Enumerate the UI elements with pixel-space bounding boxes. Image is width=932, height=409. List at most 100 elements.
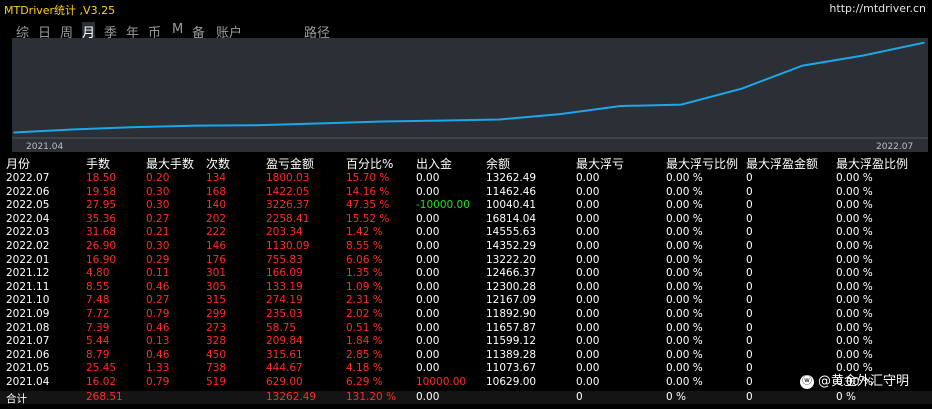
balance-chart bbox=[12, 38, 928, 152]
cell-col-2: 0.11 bbox=[146, 267, 170, 280]
cell-col-4: 58.75 bbox=[266, 321, 297, 334]
cell-col-0: 2021.11 bbox=[6, 280, 50, 293]
cell-col-5: 1.09 % bbox=[346, 280, 383, 293]
cell-col-7: 12300.28 bbox=[486, 280, 537, 293]
cell-col-6: 0.00 bbox=[416, 240, 440, 252]
cell-col-5: 8.55 % bbox=[346, 240, 383, 252]
cell-col-8: 0.00 bbox=[576, 362, 600, 375]
cell-col-6: 0.00 bbox=[416, 308, 440, 320]
cell-col-1: 25.45 bbox=[86, 362, 117, 375]
cell-col-9: 0.00 % bbox=[666, 376, 703, 388]
table-row[interactable]: 2021.11 8.55 0.46 305 133.19 1.09 % 0.00 12300.… bbox=[0, 281, 932, 295]
header-5: 百分比% bbox=[346, 157, 394, 171]
cell-col-9: 0.00 % bbox=[666, 335, 703, 348]
cell-col-0: 2021.12 bbox=[6, 267, 50, 280]
app-url-link[interactable]: http://mtdriver.cn bbox=[829, 2, 926, 15]
cell-col-11: 0.00 % bbox=[836, 240, 873, 252]
cell-col-1: 8.79 bbox=[86, 348, 110, 361]
table-row[interactable]: 2021.04 16.02 0.79 519 629.00 6.29 % 10000.00 1… bbox=[0, 376, 932, 390]
table-row[interactable]: 2021.05 25.45 1.33 738 444.67 4.18 % 0.00 11073… bbox=[0, 362, 932, 376]
header-6: 出入金 bbox=[416, 157, 453, 171]
cell-col-0: 2022.01 bbox=[6, 253, 50, 266]
cell-col-2: 0.46 bbox=[146, 280, 170, 293]
table-row[interactable]: 2021.12 4.80 0.11 301 166.09 1.35 % 0.00 12466.… bbox=[0, 267, 932, 281]
cell-col-1: 35.36 bbox=[86, 212, 117, 225]
cell-col-8: 0.00 bbox=[576, 226, 600, 239]
tab-7[interactable]: M bbox=[172, 22, 183, 37]
cell-col-1: 31.68 bbox=[86, 226, 117, 239]
cell-col-10: 0 bbox=[746, 321, 753, 334]
table-row[interactable]: 2022.07 18.50 0.20 134 1800.03 15.70 % 0.00 132… bbox=[0, 172, 932, 186]
cell-col-0: 2021.08 bbox=[6, 321, 50, 334]
cell-col-2: 0.30 bbox=[146, 199, 170, 212]
cell-col-0: 2022.05 bbox=[6, 199, 50, 212]
header-2: 最大手数 bbox=[146, 157, 195, 171]
cell-col-2: 0.27 bbox=[146, 212, 170, 225]
cell-col-3: 146 bbox=[206, 240, 227, 252]
cell-col-5: 2.85 % bbox=[346, 348, 383, 361]
cell-col-7: 12466.37 bbox=[486, 267, 537, 280]
cell-col-11: 0.00 % bbox=[836, 185, 873, 198]
cell-col-9: 0.00 % bbox=[666, 172, 703, 184]
balance-point-2022.06 bbox=[862, 54, 865, 57]
cell-col-9: 0.00 % bbox=[666, 280, 703, 293]
cell-col-3: 519 bbox=[206, 376, 227, 388]
cell-col-5: 1.35 % bbox=[346, 267, 383, 280]
cell-col-9: 0.00 % bbox=[666, 253, 703, 266]
app-title: MTDriver统计 ,V3.25 bbox=[4, 4, 116, 17]
cell-col-3: 134 bbox=[206, 172, 227, 184]
cell-col-3: 450 bbox=[206, 348, 227, 361]
table-row[interactable]: 2021.08 7.39 0.46 273 58.75 0.51 % 0.00 11657.8… bbox=[0, 322, 932, 336]
cell-col-3: 140 bbox=[206, 199, 227, 212]
cell-col-4: 133.19 bbox=[266, 280, 303, 293]
weibo-icon: ⓦ bbox=[800, 374, 814, 389]
cell-col-0: 2021.04 bbox=[6, 376, 50, 388]
total-col-6: 0.00 bbox=[416, 390, 440, 403]
cell-col-1: 7.48 bbox=[86, 294, 110, 307]
cell-col-1: 8.55 bbox=[86, 280, 110, 293]
cell-col-10: 0 bbox=[746, 199, 753, 212]
period-tab-bar: 综日周月季年币 M 备账户 路径 bbox=[0, 18, 932, 41]
cell-col-0: 2022.04 bbox=[6, 212, 50, 225]
cell-col-10: 0 bbox=[746, 226, 753, 239]
table-row[interactable]: 2021.09 7.72 0.79 299 235.03 2.02 % 0.00 11892.… bbox=[0, 308, 932, 322]
cell-col-9: 0.00 % bbox=[666, 212, 703, 225]
cell-col-8: 0.00 bbox=[576, 240, 600, 252]
cell-col-6: 10000.00 bbox=[416, 376, 467, 388]
cell-col-5: 2.31 % bbox=[346, 294, 383, 307]
cell-col-5: 14.16 % bbox=[346, 185, 390, 198]
cell-col-4: 274.19 bbox=[266, 294, 303, 307]
cell-col-3: 738 bbox=[206, 362, 227, 375]
table-row[interactable]: 2022.01 16.90 0.29 176 755.83 6.06 % 0.00 13222… bbox=[0, 254, 932, 268]
cell-col-8: 0.00 bbox=[576, 172, 600, 184]
cell-col-10: 0 bbox=[746, 267, 753, 280]
table-row[interactable]: 2022.02 26.90 0.30 146 1130.09 8.55 % 0.00 1435… bbox=[0, 240, 932, 254]
balance-point-2022.03 bbox=[680, 103, 683, 106]
cell-col-7: 11073.67 bbox=[486, 362, 537, 375]
balance-point-2021.09 bbox=[316, 122, 319, 125]
cell-col-11: 0.00 % bbox=[836, 294, 873, 307]
cell-col-10: 0 bbox=[746, 308, 753, 320]
cell-col-8: 0.00 bbox=[576, 253, 600, 266]
table-row[interactable]: 2021.10 7.48 0.27 315 274.19 2.31 % 0.00 12167.… bbox=[0, 294, 932, 308]
table-row[interactable]: 2021.07 5.44 0.13 328 209.84 1.84 % 0.00 11599.… bbox=[0, 335, 932, 349]
cell-col-2: 0.79 bbox=[146, 376, 170, 388]
table-row[interactable]: 2022.05 27.95 0.30 140 3226.37 47.35 % -10000.… bbox=[0, 199, 932, 213]
watermark: ⓦ @黄金外汇守明 bbox=[800, 370, 909, 389]
cell-col-4: 166.09 bbox=[266, 267, 303, 280]
cell-col-3: 305 bbox=[206, 280, 227, 293]
cell-col-5: 6.29 % bbox=[346, 376, 383, 388]
header-7: 余额 bbox=[486, 157, 511, 171]
cell-col-7: 10040.41 bbox=[486, 199, 537, 212]
balance-point-2021.08 bbox=[255, 124, 258, 127]
cell-col-3: 168 bbox=[206, 185, 227, 198]
cell-col-8: 0.00 bbox=[576, 376, 600, 388]
cell-col-1: 5.44 bbox=[86, 335, 110, 348]
table-row[interactable]: 2022.03 31.68 0.21 222 203.34 1.42 % 0.00 14555… bbox=[0, 226, 932, 240]
cell-col-8: 0.00 bbox=[576, 212, 600, 225]
table-row[interactable]: 2022.06 19.58 0.30 168 1422.05 14.16 % 0.00 114… bbox=[0, 186, 932, 200]
table-row[interactable]: 2022.04 35.36 0.27 202 2258.41 15.52 % 0.00 168… bbox=[0, 213, 932, 227]
cell-col-1: 27.95 bbox=[86, 199, 117, 212]
table-row[interactable]: 2021.06 8.79 0.46 450 315.61 2.85 % 0.00 11389.… bbox=[0, 349, 932, 363]
cell-col-4: 315.61 bbox=[266, 348, 303, 361]
